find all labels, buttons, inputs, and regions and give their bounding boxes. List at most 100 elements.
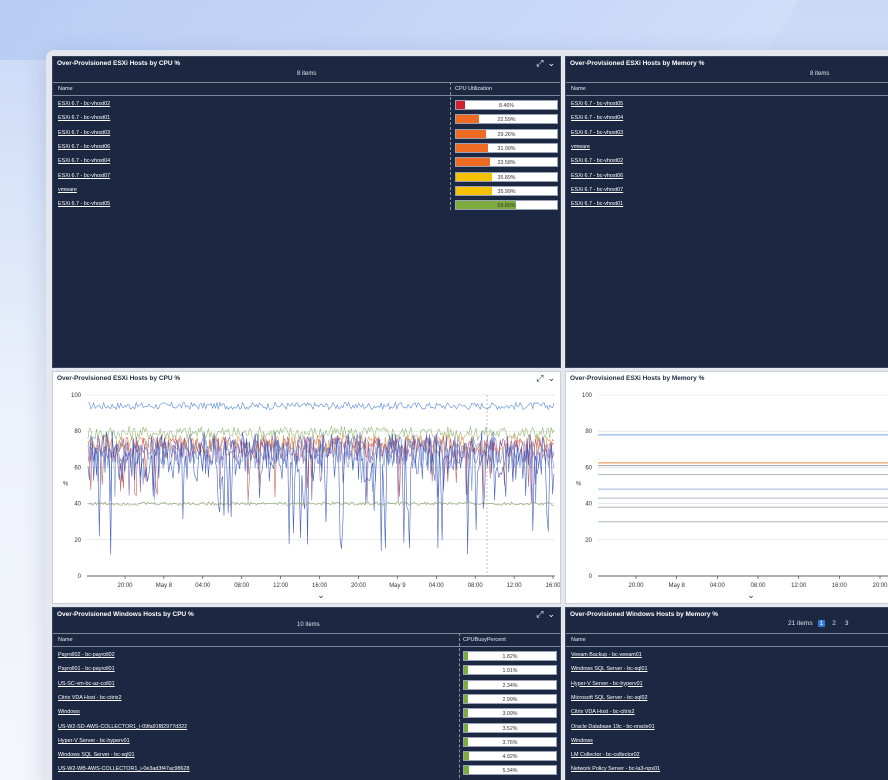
column-header-name[interactable]: Name	[571, 637, 586, 643]
column-header-name[interactable]: Name	[58, 86, 73, 92]
host-link[interactable]: Payroll01 - bc-payroll01	[58, 666, 115, 672]
x-tick-label: 16:00	[545, 583, 560, 589]
table-row: vmware 35.99%	[53, 184, 560, 198]
table-row: ESXi 6.7 - bc-vhost05	[566, 98, 888, 112]
host-link[interactable]: ESXi 6.7 - bc-vhost05	[58, 201, 110, 207]
memory-line-chart: 0 20 40 60 80 100% 20:00 May 8 04:00 08:00 12:00 16…	[576, 393, 888, 600]
item-count: 8 items	[297, 71, 317, 77]
host-link[interactable]: ESXi 6.7 - bc-vhost02	[58, 101, 110, 107]
table-row: ESXi 6.7 - bc-vhost04 33.58%	[53, 155, 560, 169]
chevron-down-icon[interactable]: ⌄	[547, 609, 555, 620]
widget-title: Over-Provisioned ESXi Hosts by Memory %	[570, 60, 705, 67]
utilization-value: 1.91%	[502, 668, 518, 675]
table-row: ESXi 6.7 - bc-vhost01 22.59%	[53, 112, 560, 126]
chevron-down-icon[interactable]: ⌄	[747, 590, 755, 600]
series-line	[87, 425, 555, 441]
host-link[interactable]: Veeam Backup - bc-veeam01	[571, 652, 642, 658]
host-link[interactable]: vmware	[58, 187, 77, 193]
host-link[interactable]: ESXi 6.7 - bc-vhost04	[571, 115, 623, 121]
x-tick-label: 20:00	[872, 583, 888, 589]
utilization-value: 3.09%	[502, 711, 518, 718]
y-tick-label: 80	[585, 429, 592, 435]
widget-title: Over-Provisioned Windows Hosts by CPU %	[57, 611, 194, 618]
host-link[interactable]: ESXi 6.7 - bc-vhost04	[58, 158, 110, 164]
column-header-cpubusypercent[interactable]: CPUBusyPercent	[463, 637, 506, 643]
host-link[interactable]: Citrix VDA Host - bc-citrix2	[58, 695, 122, 701]
table-row: Payroll02 - bc-payroll02 1.82%	[53, 649, 560, 663]
table-row: Windows 3.09%	[53, 706, 560, 720]
utilization-value: 1.82%	[502, 654, 518, 660]
utilization-bar: 31.99%	[455, 142, 558, 153]
table-row: ESXi 6.7 - bc-vhost03 29.26%	[53, 127, 560, 141]
expand-icon[interactable]: ⤢	[536, 609, 543, 620]
host-link[interactable]: Payroll02 - bc-payroll02	[58, 652, 115, 658]
host-link[interactable]: Microsoft SQL Server - bc-sql02	[571, 695, 648, 701]
page-2-button[interactable]: 2	[830, 620, 838, 627]
widget-title: Over-Provisioned Windows Hosts by Memory…	[570, 611, 719, 618]
utilization-bar: 5.34%	[463, 765, 557, 776]
host-link[interactable]: Citrix VDA Host - bc-citrix2	[571, 709, 635, 715]
host-link[interactable]: Network Policy Server - bc-la3-nps01	[571, 766, 660, 772]
utilization-value: 33.58%	[497, 160, 516, 167]
host-link[interactable]: Hyper-V Server - bc-hyperv01	[571, 681, 643, 687]
host-link[interactable]: US-W2-SD-AWS-COLLECTOR1_i-09fa91f82977d3…	[58, 724, 187, 730]
host-link[interactable]: ESXi 6.7 - bc-vhost03	[571, 130, 623, 136]
expand-icon[interactable]: ⤢	[536, 58, 543, 69]
host-link[interactable]: Hyper-V Server - bc-hyperv01	[58, 738, 130, 744]
table-row: Network Policy Server - bc-la3-nps01	[566, 763, 888, 777]
table-row: Hyper-V Server - bc-hyperv01 3.76%	[53, 735, 560, 749]
host-link[interactable]: ESXi 6.7 - bc-vhost05	[571, 101, 623, 107]
y-tick-label: 20	[585, 538, 592, 544]
windows-memory-table-widget: Over-Provisioned Windows Hosts by Memory…	[565, 607, 888, 780]
table-row: Windows SQL Server - bc-sql01 4.92%	[53, 749, 560, 763]
table-row: US-SC-vm-bc-az-coll01 2.34%	[53, 678, 560, 692]
column-header-name[interactable]: Name	[58, 637, 73, 643]
chevron-down-icon[interactable]: ⌄	[317, 590, 325, 600]
utilization-bar: 35.89%	[455, 171, 558, 182]
column-header-cpu-utilization[interactable]: CPU Utilization	[455, 86, 492, 92]
utilization-value: 2.99%	[502, 696, 518, 703]
table-row: Windows SQL Server - bc-sql01	[566, 663, 888, 677]
host-link[interactable]: LM Collector - bc-collector02	[571, 752, 640, 758]
host-link[interactable]: ESXi 6.7 - bc-vhost06	[571, 173, 623, 179]
table-row: Oracle Database 19c - bc-oracle01	[566, 721, 888, 735]
utilization-value: 29.26%	[497, 131, 516, 138]
column-header-name[interactable]: Name	[571, 86, 586, 92]
utilization-value: 35.99%	[497, 188, 516, 195]
host-link[interactable]: ESXi 6.7 - bc-vhost07	[571, 187, 623, 193]
table-row: vmware	[566, 141, 888, 155]
y-tick-label: 0	[589, 574, 593, 580]
utilization-value: 5.34%	[502, 768, 518, 775]
chevron-down-icon[interactable]: ⌄	[547, 58, 555, 69]
utilization-value: 59.80%	[497, 203, 516, 210]
utilization-bar: 4.92%	[463, 751, 557, 762]
host-link[interactable]: Windows	[571, 738, 593, 744]
utilization-bar: 8.46%	[455, 100, 558, 110]
y-axis-label: %	[63, 482, 69, 488]
host-link[interactable]: Windows SQL Server - bc-sql01	[571, 666, 648, 672]
utilization-value: 8.46%	[498, 103, 515, 109]
host-link[interactable]: Oracle Database 19c - bc-oracle01	[571, 724, 655, 730]
table-row: ESXi 6.7 - bc-vhost01	[566, 198, 888, 212]
host-link[interactable]: US-W2-WB-AWS-COLLECTOR1_i-0e3ad3f47ac986…	[58, 766, 190, 772]
host-link[interactable]: ESXi 6.7 - bc-vhost01	[58, 115, 110, 121]
utilization-bar: 59.80%	[455, 200, 558, 211]
utilization-bar: 35.99%	[455, 185, 558, 196]
host-link[interactable]: ESXi 6.7 - bc-vhost03	[58, 130, 110, 136]
esxi-cpu-table-widget: Over-Provisioned ESXi Hosts by CPU % ⤢ ⌄…	[52, 56, 561, 368]
page-1-button[interactable]: 1	[817, 620, 826, 627]
host-link[interactable]: US-SC-vm-bc-az-coll01	[58, 681, 115, 687]
host-link[interactable]: vmware	[571, 144, 590, 150]
host-link[interactable]: ESXi 6.7 - bc-vhost02	[571, 158, 623, 164]
y-tick-label: 20	[74, 538, 81, 544]
host-link[interactable]: ESXi 6.7 - bc-vhost07	[58, 173, 110, 179]
x-tick-label: May 8	[668, 583, 685, 589]
host-link[interactable]: Windows SQL Server - bc-sql01	[58, 752, 135, 758]
host-link[interactable]: ESXi 6.7 - bc-vhost06	[58, 144, 110, 150]
utilization-value: 35.89%	[497, 174, 516, 181]
host-link[interactable]: ESXi 6.7 - bc-vhost01	[571, 201, 623, 207]
table-row: ESXi 6.7 - bc-vhost03	[566, 127, 888, 141]
page-3-button[interactable]: 3	[843, 620, 851, 627]
utilization-value: 3.76%	[502, 739, 518, 746]
host-link[interactable]: Windows	[58, 709, 80, 715]
